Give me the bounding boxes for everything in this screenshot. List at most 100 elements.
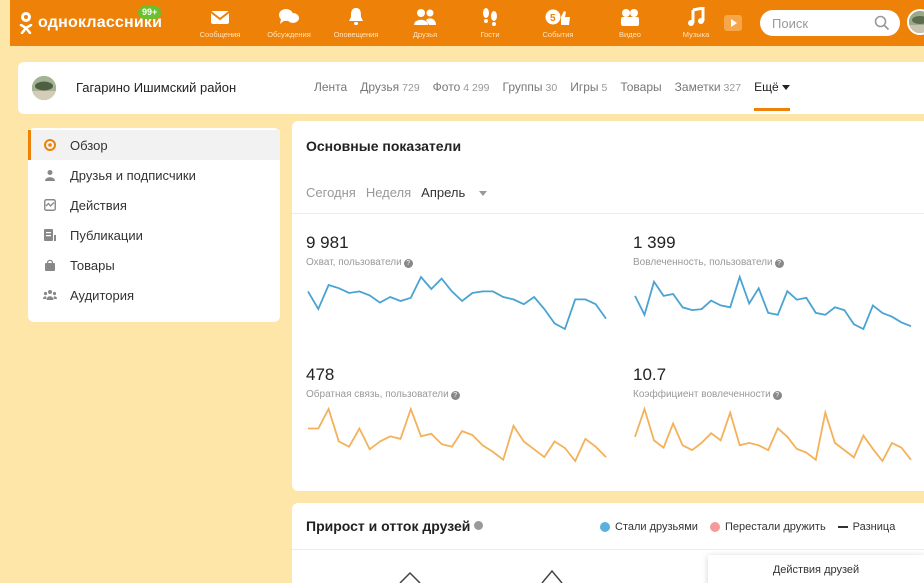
tab-products[interactable]: Товары [620,80,661,94]
sidebar-item-publications[interactable]: Публикации [28,220,280,250]
divider [292,549,924,550]
caret-down-icon [781,85,790,90]
play-button[interactable] [724,15,742,31]
tab-more[interactable]: Ещё [754,80,790,111]
period-month-dropdown[interactable]: Апрель [421,185,487,200]
eye-icon [44,139,56,151]
tab-feed[interactable]: Лента [314,80,347,94]
nav-discussions[interactable]: Обсуждения [256,4,322,39]
help-icon[interactable]: ? [774,259,784,268]
sidebar-item-label: Друзья и подписчики [70,167,196,183]
sparkline-path [308,406,607,463]
sidebar-item-label: Товары [70,257,115,273]
period-today[interactable]: Сегодня [306,185,356,200]
notifications-count-badge: 99+ [138,6,162,19]
bell-icon [349,8,363,25]
chart-tooltip: Действия друзей [708,555,924,583]
divider [292,213,924,214]
metric-value: 1 399 [633,233,676,252]
help-icon[interactable] [474,521,484,530]
sidebar-item-label: Аудитория [70,287,135,303]
main-indicators-panel: Основные показатели Сегодня Неделя Апрел… [292,121,924,491]
nav-friends-label: Друзья [412,30,438,39]
legend-item-new-friends[interactable]: Стали друзьями [600,521,698,533]
sparkline-engagement [634,274,912,331]
nav-friends[interactable]: Друзья [402,4,448,39]
sparkline-reach [307,275,607,331]
tab-photos[interactable]: Фото 4 299 [433,80,490,94]
tab-games[interactable]: Игры 5 [570,80,607,94]
nav-notifications-label: Оповещения [333,30,379,39]
music-note-icon [688,7,705,26]
footprints-icon [483,8,497,26]
sidebar-item-label: Обзор [70,137,108,153]
legend-item-difference[interactable]: Разница [837,521,895,533]
sidebar-item-label: Публикации [70,227,143,243]
help-icon[interactable]: ? [403,259,413,268]
nav-guests[interactable]: Гости [470,4,510,39]
sidebar-item-actions[interactable]: Действия [28,190,280,220]
metric-value: 10.7 [633,365,667,384]
bag-icon [45,259,55,271]
period-selector: Сегодня Неделя Апрель [306,185,497,200]
friends-icon [414,9,436,25]
svg-text:5: 5 [550,13,556,24]
chart-peaks [399,569,563,583]
help-icon[interactable]: ? [450,391,460,400]
chart-legend: Стали друзьями Перестали дружить Разница [600,521,907,533]
nav-music[interactable]: Музыка [674,4,718,39]
nav-discussions-label: Обсуждения [267,30,311,39]
profile-avatar[interactable] [32,76,56,100]
sidebar-item-audience[interactable]: Аудитория [28,280,280,310]
profile-header: Гагарино Ишимский район Лента Друзья 729 … [18,62,924,114]
sparkline-path [634,406,912,463]
document-icon [44,229,56,241]
metric-engagement-rate: 10.7 Коэффициент вовлеченности? [633,365,782,400]
envelope-icon [210,11,230,24]
video-camera-icon [621,9,639,26]
period-week[interactable]: Неделя [366,185,411,200]
tab-friends[interactable]: Друзья 729 [360,80,419,94]
metric-label: Обратная связь, пользователи [306,389,449,400]
sparkline-path [307,275,607,331]
sidebar-item-label: Действия [70,197,127,213]
metric-value: 9 981 [306,233,349,252]
person-icon [45,170,55,181]
metric-reach: 9 981 Охват, пользователи? [306,233,413,268]
search-input[interactable]: Поиск [760,10,900,36]
user-avatar[interactable] [907,9,924,35]
profile-tabs: Лента Друзья 729 Фото 4 299 Группы 30 Игры 5… [314,80,803,111]
top-navigation-bar: одноклассники 99+ Сообщения Обсуждения О… [10,0,924,46]
sparkline-engagement-rate [634,406,912,463]
audience-icon [43,290,57,300]
help-icon[interactable]: ? [772,391,782,400]
panel-title: Основные показатели [306,138,462,154]
search-icon[interactable] [874,15,890,31]
nav-messages-label: Сообщения [199,30,241,39]
metric-label: Коэффициент вовлеченности [633,389,771,400]
profile-name[interactable]: Гагарино Ишимский район [76,80,236,95]
nav-notifications[interactable]: Оповещения [324,4,388,39]
sidebar-item-products[interactable]: Товары [28,250,280,280]
caret-down-icon [478,191,487,196]
metric-label: Охват, пользователи [306,257,402,268]
nav-events-label: События [542,30,574,39]
metric-feedback: 478 Обратная связь, пользователи? [306,365,460,400]
nav-music-label: Музыка [682,30,710,39]
nav-video[interactable]: Видео [610,4,650,39]
nav-messages[interactable]: Сообщения [190,4,250,39]
tab-notes[interactable]: Заметки 327 [675,80,741,94]
metric-value: 478 [306,365,335,384]
nav-guests-label: Гости [480,30,500,39]
stats-sidebar-menu: Обзор Друзья и подписчики Действия Публи… [28,128,280,322]
legend-item-unfriended[interactable]: Перестали дружить [709,521,826,533]
sidebar-item-friends-subscribers[interactable]: Друзья и подписчики [28,160,280,190]
nav-events[interactable]: 5 События [532,4,584,39]
search-placeholder: Поиск [772,15,809,31]
nav-video-label: Видео [619,30,641,39]
friends-growth-title: Прирост и отток друзей [306,518,484,534]
friends-growth-panel: Прирост и отток друзей Стали друзьями Пе… [292,503,924,583]
tab-groups[interactable]: Группы 30 [503,80,558,94]
sidebar-item-overview[interactable]: Обзор [28,130,280,160]
play-icon [731,19,737,27]
